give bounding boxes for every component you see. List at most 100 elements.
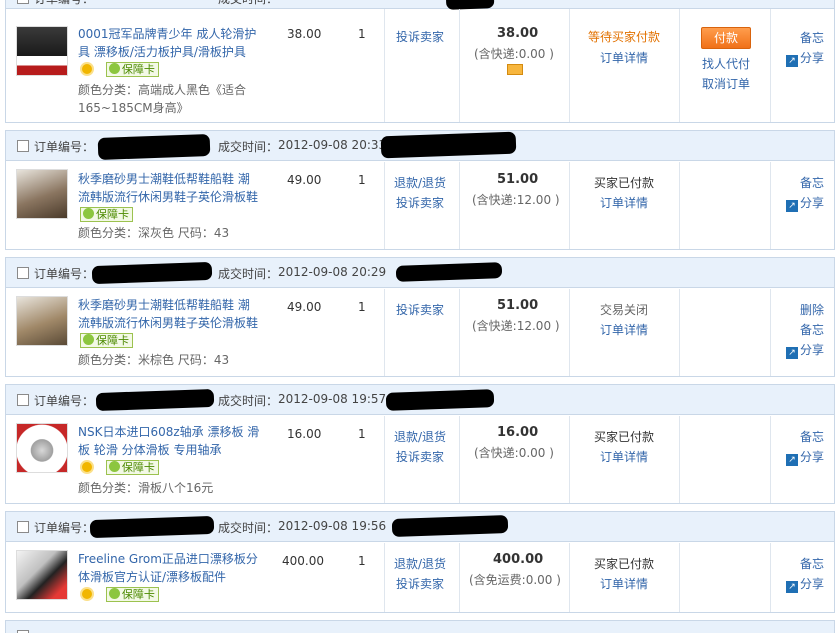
- refund-link[interactable]: 退款/退货: [394, 428, 446, 445]
- share-label: 分享: [800, 450, 825, 464]
- cancel-order-link[interactable]: 取消订单: [702, 75, 750, 92]
- share-link[interactable]: ↗ 分享: [786, 341, 824, 359]
- share-label: 分享: [800, 577, 825, 591]
- baozhang-label: 保障卡: [121, 588, 155, 601]
- order-card: 订单编号： 成交时间： 0001冠军品牌青少年 成人轮滑护具 漂移板/活力板护具…: [5, 0, 835, 123]
- leaf-icon: [108, 588, 120, 599]
- complain-seller-link[interactable]: 投诉卖家: [396, 575, 444, 592]
- memo-link[interactable]: 备忘: [800, 29, 824, 46]
- product-attributes: 颜色分类：高端成人黑色《适合165~185CM身高》: [78, 83, 247, 115]
- medal-icon: [80, 62, 94, 76]
- quantity: 1: [358, 427, 366, 441]
- product-attributes: 颜色分类：深灰色 尺码：43: [78, 226, 230, 240]
- product-title-link[interactable]: NSK日本进口608z轴承 漂移板 滑板 轮滑 分体滑板 专用轴承: [78, 423, 260, 459]
- order-checkbox[interactable]: [17, 267, 29, 279]
- complain-seller-link[interactable]: 投诉卖家: [396, 194, 444, 211]
- order-status: 买家已付款: [594, 557, 655, 571]
- deal-time-label: 成交时间：: [218, 394, 279, 408]
- column-divider: [569, 162, 570, 249]
- unit-price: 38.00: [287, 27, 322, 41]
- share-link[interactable]: ↗ 分享: [786, 448, 824, 466]
- unit-price: 400.00: [282, 554, 324, 568]
- order-header: 订单编号： 成交时间： 2012-09-08 19:57: [6, 385, 834, 415]
- redacted-order-no: [97, 134, 211, 160]
- order-card: 订单编号： 成交时间： 2012-09-08 19:57 NSK日本进口608z…: [5, 384, 835, 504]
- shipping-note: (含快递:0.00 ): [474, 446, 554, 460]
- order-header: 订单编号： 成交时间： 2012-09-08 20:33: [6, 131, 834, 161]
- share-icon: ↗: [786, 347, 798, 359]
- complain-seller-link[interactable]: 投诉卖家: [396, 28, 444, 45]
- order-checkbox[interactable]: [17, 140, 29, 152]
- order-detail-link[interactable]: 订单详情: [600, 321, 648, 338]
- refund-link[interactable]: 退款/退货: [394, 555, 446, 572]
- product-title-link[interactable]: 秋季磨砂男士潮鞋低帮鞋船鞋 潮流韩版流行休闲男鞋子英伦滑板鞋: [78, 296, 260, 332]
- column-divider: [679, 543, 680, 612]
- share-icon: ↗: [786, 454, 798, 466]
- card-icon: [507, 64, 523, 75]
- share-label: 分享: [800, 343, 825, 357]
- memo-link[interactable]: 备忘: [800, 321, 824, 338]
- order-header: 订单编号： 成交时间：: [6, 0, 834, 10]
- deal-time-value: 2012-09-08 19:57: [278, 392, 387, 406]
- shipping-note: (含快递:12.00 ): [472, 319, 560, 333]
- share-link[interactable]: ↗ 分享: [786, 194, 824, 212]
- baozhang-badge[interactable]: 保障卡: [80, 333, 133, 348]
- quantity: 1: [358, 300, 366, 314]
- badge-row: 保障卡: [80, 460, 159, 476]
- badge-row: 保障卡: [80, 333, 133, 349]
- product-thumbnail[interactable]: [16, 26, 68, 76]
- product-thumbnail[interactable]: [16, 423, 68, 473]
- share-label: 分享: [800, 196, 825, 210]
- leaf-icon: [83, 334, 94, 345]
- deal-time-label: 成交时间：: [218, 140, 279, 154]
- pay-button[interactable]: 付款: [701, 27, 751, 49]
- order-detail-link[interactable]: 订单详情: [600, 49, 648, 66]
- delete-link[interactable]: 删除: [800, 301, 824, 318]
- baozhang-badge[interactable]: 保障卡: [105, 460, 159, 475]
- column-divider: [459, 162, 460, 249]
- share-label: 分享: [800, 51, 825, 65]
- column-divider: [459, 543, 460, 612]
- order-total: 16.00: [497, 425, 539, 440]
- order-detail-link[interactable]: 订单详情: [600, 194, 648, 211]
- product-title-link[interactable]: 0001冠军品牌青少年 成人轮滑护具 漂移板/活力板护具/滑板护具: [78, 25, 260, 61]
- complain-seller-link[interactable]: 投诉卖家: [396, 448, 444, 465]
- unit-price: 49.00: [287, 173, 322, 187]
- order-card: 订单编号： 成交时间： 2012-09-08 19:56 Freeline Gr…: [5, 511, 835, 613]
- quantity: 1: [358, 27, 366, 41]
- order-checkbox[interactable]: [17, 521, 29, 533]
- redacted-seller: [395, 262, 503, 282]
- share-link[interactable]: ↗ 分享: [786, 575, 824, 593]
- product-thumbnail[interactable]: [16, 169, 68, 219]
- refund-link[interactable]: 退款/退货: [394, 174, 446, 191]
- share-link[interactable]: ↗ 分享: [786, 49, 824, 67]
- product-title-link[interactable]: 秋季磨砂男士潮鞋低帮鞋船鞋 潮流韩版流行休闲男鞋子英伦滑板鞋: [78, 170, 260, 206]
- baozhang-badge[interactable]: 保障卡: [105, 587, 159, 602]
- memo-link[interactable]: 备忘: [800, 428, 824, 445]
- order-checkbox[interactable]: [17, 0, 29, 4]
- order-checkbox[interactable]: [17, 394, 29, 406]
- product-title-link[interactable]: Freeline Grom正品进口漂移板分体滑板官方认证/漂移板配件: [78, 550, 260, 586]
- baozhang-badge[interactable]: 保障卡: [105, 62, 159, 77]
- column-divider: [384, 416, 385, 503]
- baozhang-badge[interactable]: 保障卡: [80, 207, 133, 222]
- product-thumbnail[interactable]: [16, 296, 68, 346]
- order-header: 订单编号： 成交时间： 2012-09-08 19:56: [6, 512, 834, 542]
- order-total: 38.00: [497, 26, 539, 41]
- order-no-label: 订单编号：: [34, 394, 95, 408]
- baozhang-label: 保障卡: [121, 461, 155, 474]
- complain-seller-link[interactable]: 投诉卖家: [396, 301, 444, 318]
- redacted-seller: [380, 131, 517, 159]
- product-thumbnail[interactable]: [16, 550, 68, 600]
- order-detail-link[interactable]: 订单详情: [600, 448, 648, 465]
- memo-link[interactable]: 备忘: [800, 555, 824, 572]
- column-divider: [459, 9, 460, 122]
- order-card: 订单编号： 成交时间： 2012-09-08 20:29 秋季磨砂男士潮鞋低帮鞋…: [5, 257, 835, 377]
- order-detail-link[interactable]: 订单详情: [600, 575, 648, 592]
- order-header: 订单编号： 成交时间： 2012-09-08 20:29: [6, 258, 834, 288]
- find-payer-link[interactable]: 找人代付: [702, 55, 750, 72]
- column-divider: [770, 162, 771, 249]
- memo-link[interactable]: 备忘: [800, 174, 824, 191]
- deal-time-value: 2012-09-08 19:56: [278, 519, 387, 533]
- order-card: 订单编号： 成交时间： 2012-09-08 20:33 秋季磨砂男士潮鞋低帮鞋…: [5, 130, 835, 250]
